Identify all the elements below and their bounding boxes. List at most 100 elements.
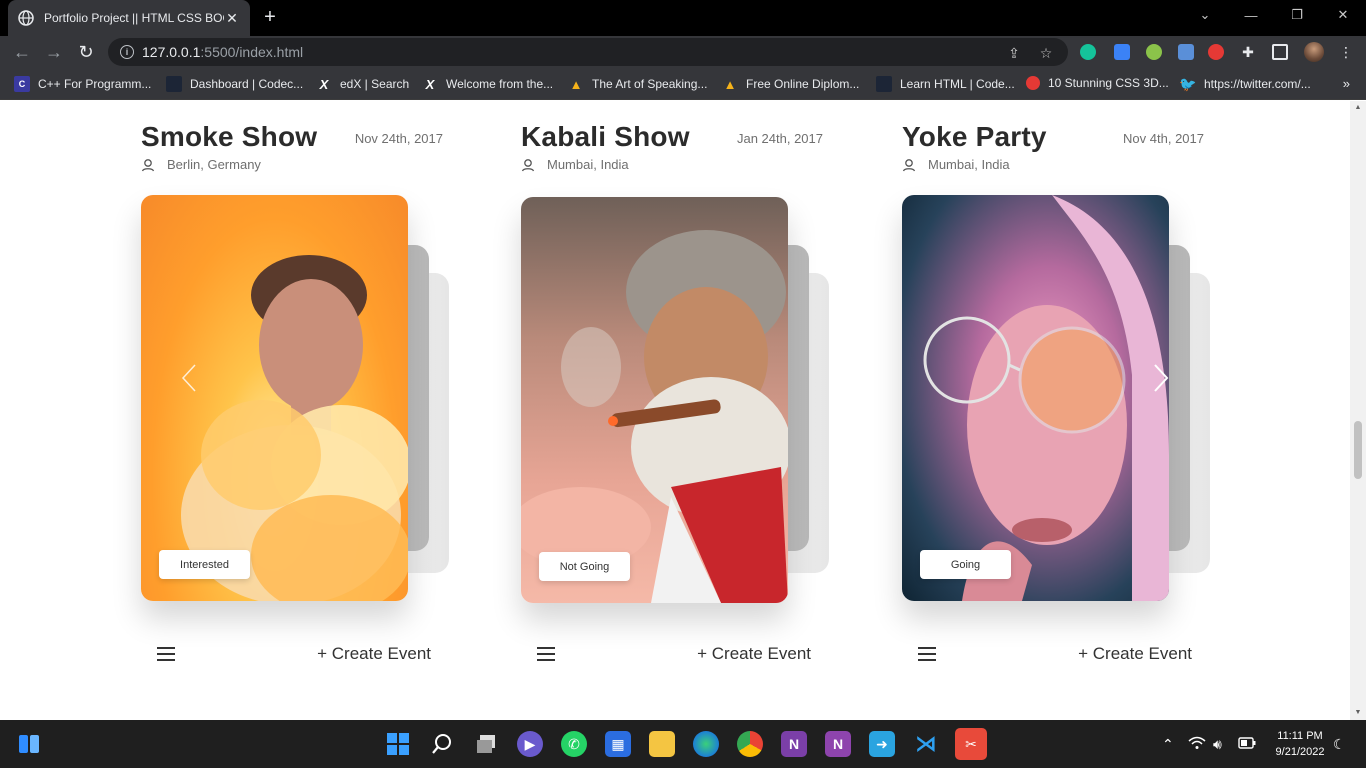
twitter-icon: 🐦 <box>1179 75 1197 92</box>
scroll-thumb[interactable] <box>1354 421 1362 479</box>
extension-bulb-icon[interactable] <box>1146 44 1162 60</box>
carousel-prev-icon[interactable] <box>180 363 200 393</box>
restore-icon[interactable]: ❐ <box>1274 0 1320 30</box>
more-menu-icon[interactable]: ⋮ <box>1338 44 1354 60</box>
browser-titlebar: Portfolio Project || HTML CSS BOO ✕ + ⌄ … <box>0 0 1366 36</box>
event-location: Mumbai, India <box>902 157 1010 172</box>
rsvp-status-button[interactable]: Not Going <box>539 552 630 581</box>
bookmark-item[interactable]: C C++ For Programm... <box>14 76 151 92</box>
location-pin-icon <box>141 158 155 171</box>
create-event-button[interactable]: + Create Event <box>1078 644 1192 664</box>
browser-tab[interactable]: Portfolio Project || HTML CSS BOO ✕ <box>8 0 250 36</box>
rsvp-status-button[interactable]: Going <box>920 550 1011 579</box>
teams-chat-icon[interactable]: ▶ <box>517 731 543 757</box>
bookmark-item[interactable]: 🐦 https://twitter.com/... <box>1179 75 1311 92</box>
codecademy-icon: C <box>14 76 30 92</box>
event-image-card[interactable]: Interested <box>141 195 408 601</box>
task-view-icon[interactable] <box>473 731 499 757</box>
edge-icon[interactable] <box>693 731 719 757</box>
forward-icon[interactable]: → <box>42 40 66 64</box>
alison-icon: ▲ <box>723 76 737 92</box>
bookmarks-bar: C C++ For Programm... Dashboard | Codec.… <box>0 68 1366 100</box>
location-pin-icon <box>521 158 535 171</box>
bookmark-label: Welcome from the... <box>446 77 554 91</box>
snipping-tool-icon[interactable]: ✂ <box>955 728 987 760</box>
bookmark-item[interactable]: X edX | Search <box>316 76 410 92</box>
event-footer: + Create Event <box>141 641 441 671</box>
scroll-up-icon[interactable]: ▲ <box>1350 101 1366 115</box>
share-icon[interactable]: ⇪ <box>1006 45 1022 61</box>
microsoft-store-icon[interactable]: ▦ <box>605 731 631 757</box>
hamburger-menu-icon[interactable] <box>537 647 555 661</box>
battery-icon[interactable] <box>1238 736 1256 752</box>
globe-icon <box>18 10 34 26</box>
bookmark-label: Free Online Diplom... <box>746 77 860 91</box>
bookmark-item[interactable]: Dashboard | Codec... <box>166 76 303 92</box>
file-explorer-icon[interactable] <box>649 731 675 757</box>
side-panel-icon[interactable] <box>1272 44 1288 60</box>
search-icon[interactable] <box>429 731 455 757</box>
event-location: Berlin, Germany <box>141 157 261 172</box>
smoke-portrait-art <box>181 255 408 601</box>
vscode-icon[interactable]: ⋊ <box>913 731 939 757</box>
clock-time: 11:11 PM <box>1277 730 1323 742</box>
edx-icon: X <box>319 76 329 92</box>
hamburger-menu-icon[interactable] <box>157 647 175 661</box>
onenote-desktop-icon[interactable]: N <box>825 731 851 757</box>
create-event-button[interactable]: + Create Event <box>697 644 811 664</box>
codecademy-icon <box>166 76 182 92</box>
create-event-button[interactable]: + Create Event <box>317 644 431 664</box>
new-tab-button[interactable]: + <box>258 6 282 30</box>
taskbar-clock[interactable]: 11:11 PM 9/21/2022 <box>1262 728 1338 760</box>
puzzle-icon[interactable]: ✚ <box>1240 44 1256 60</box>
bookmark-item[interactable]: X Welcome from the... <box>422 76 554 92</box>
bookmark-label: https://twitter.com/... <box>1204 77 1311 91</box>
extension-edit-icon[interactable] <box>1178 44 1194 60</box>
event-location: Mumbai, India <box>521 157 629 172</box>
widgets-icon[interactable] <box>16 731 42 757</box>
start-icon[interactable] <box>385 731 411 757</box>
kabali-caricature-art <box>521 230 788 603</box>
bookmark-label: The Art of Speaking... <box>592 77 708 91</box>
page-scrollbar[interactable]: ▲ ▼ <box>1350 101 1366 720</box>
sharing-app-icon[interactable]: ➜ <box>869 731 895 757</box>
minimize-icon[interactable]: — <box>1228 0 1274 30</box>
location-pin-icon <box>902 158 916 171</box>
carousel-next-icon[interactable] <box>1150 363 1170 393</box>
reload-icon[interactable]: ↻ <box>74 40 98 64</box>
scroll-down-icon[interactable]: ▼ <box>1350 706 1366 720</box>
url-host: 127.0.0.1 <box>142 44 201 60</box>
adblock-icon[interactable] <box>1208 44 1224 60</box>
back-icon[interactable]: ← <box>10 40 34 64</box>
whatsapp-icon[interactable]: ✆ <box>561 731 587 757</box>
bookmark-item[interactable]: Learn HTML | Code... <box>876 76 1015 92</box>
hamburger-menu-icon[interactable] <box>918 647 936 661</box>
bookmark-star-icon[interactable]: ☆ <box>1038 45 1054 61</box>
site-info-icon[interactable]: i <box>120 45 134 59</box>
bookmark-item[interactable]: ▲ Free Online Diplom... <box>722 76 860 92</box>
event-image-card[interactable]: Going <box>902 195 1169 601</box>
profile-avatar[interactable] <box>1304 42 1324 62</box>
onenote-icon[interactable]: N <box>781 731 807 757</box>
browser-toolbar: ← → ↻ i 127.0.0.1:5500/index.html ⇪ ☆ ✚ … <box>0 36 1366 68</box>
neon-portrait-art <box>923 195 1169 601</box>
wifi-icon[interactable] <box>1188 736 1206 753</box>
focus-assist-icon[interactable]: ☾ <box>1333 736 1346 753</box>
close-tab-icon[interactable]: ✕ <box>224 10 240 27</box>
bookmarks-more-icon[interactable]: » <box>1343 76 1350 91</box>
grammarly-icon[interactable] <box>1080 44 1096 60</box>
event-card-kabali-show: Kabali Show Jan 24th, 2017 Mumbai, India <box>521 101 861 720</box>
extension-screenshot-icon[interactable] <box>1114 44 1130 60</box>
rsvp-status-button[interactable]: Interested <box>159 550 250 579</box>
tab-search-icon[interactable]: ⌄ <box>1182 0 1228 30</box>
bookmark-item[interactable]: 10 Stunning CSS 3D... <box>1026 76 1169 90</box>
tray-overflow-icon[interactable]: ⌃ <box>1162 736 1174 753</box>
bookmark-item[interactable]: ▲ The Art of Speaking... <box>568 76 708 92</box>
chrome-icon[interactable] <box>737 731 763 757</box>
close-window-icon[interactable]: ✕ <box>1320 0 1366 30</box>
event-date: Jan 24th, 2017 <box>736 131 823 146</box>
address-bar[interactable]: i 127.0.0.1:5500/index.html ⇪ ☆ <box>108 38 1068 66</box>
volume-icon[interactable]: 🔊︎ <box>1213 736 1222 753</box>
event-image-card[interactable]: Not Going <box>521 197 788 603</box>
location-text: Mumbai, India <box>928 157 1010 172</box>
